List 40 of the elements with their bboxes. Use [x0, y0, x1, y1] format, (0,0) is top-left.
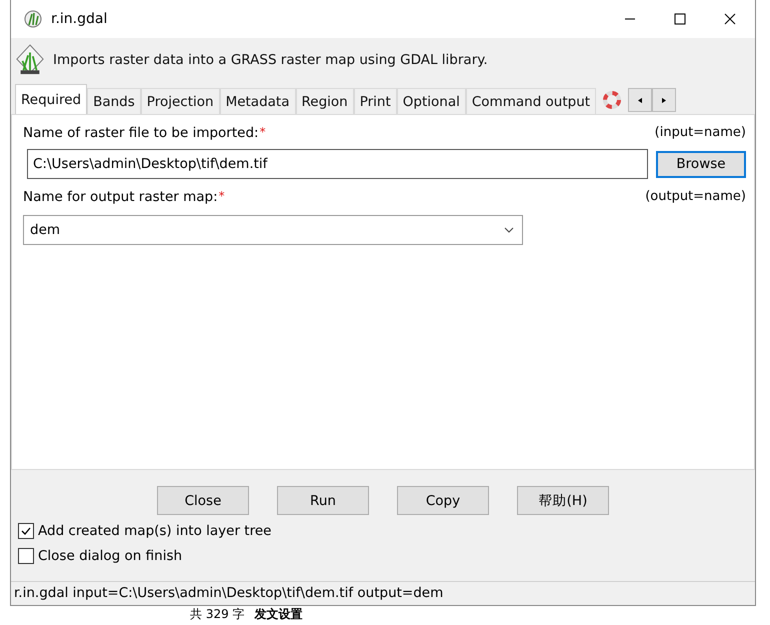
publish-settings-link[interactable]: 发文设置	[254, 606, 303, 622]
chevron-down-icon	[504, 227, 514, 233]
word-count: 共 329 字	[190, 606, 245, 622]
grass-icon	[23, 9, 43, 29]
tab[interactable]: Bands	[87, 88, 141, 114]
parameter-key: (input=name)	[654, 125, 746, 140]
required-mark: *	[260, 125, 266, 139]
checkmark-icon	[20, 525, 32, 537]
triangle-left-icon	[638, 96, 642, 104]
lifebuoy-icon[interactable]	[602, 90, 622, 110]
tab[interactable]: Region	[296, 88, 354, 114]
action-button[interactable]: Copy	[397, 486, 489, 515]
tab[interactable]: Optional	[396, 88, 466, 114]
scroll-right-button[interactable]	[652, 88, 676, 112]
close-icon	[724, 13, 736, 25]
maximize-icon	[674, 13, 686, 25]
action-button[interactable]: 帮助(H)	[517, 486, 609, 515]
action-button[interactable]: Close	[157, 486, 249, 515]
browse-button[interactable]: Browse	[656, 150, 746, 178]
tab[interactable]: Print	[354, 88, 397, 114]
tab[interactable]: Required	[15, 84, 88, 114]
required-mark: *	[218, 189, 225, 203]
checkbox[interactable]	[18, 523, 34, 539]
status-bar: r.in.gdal input=C:\Users\admin\Desktop\tif\dem.tif output=dem	[11, 581, 755, 605]
tab[interactable]: Command output	[466, 88, 596, 114]
action-button[interactable]: Run	[277, 486, 369, 515]
checkbox[interactable]	[18, 548, 34, 564]
module-description: Imports raster data into a GRASS raster map using GDAL library.	[53, 52, 488, 68]
tab[interactable]: Metadata	[220, 88, 296, 114]
checkbox-label: Add created map(s) into layer tree	[38, 523, 272, 539]
triangle-right-icon	[662, 96, 666, 104]
tab[interactable]: Projection	[140, 88, 220, 114]
file-path-field[interactable]: C:\Users\admin\Desktop\tif\dem.tif	[27, 149, 648, 179]
grass-logo-icon	[15, 43, 45, 77]
output-map-dropdown[interactable]: dem	[23, 215, 523, 245]
window-title: r.in.gdal	[51, 11, 108, 27]
checkbox-label: Close dialog on finish	[38, 548, 182, 564]
field-label: Name for output raster map:	[23, 189, 218, 205]
parameter-key: (output=name)	[645, 189, 746, 204]
field-label: Name of raster file to be imported:	[23, 125, 259, 141]
